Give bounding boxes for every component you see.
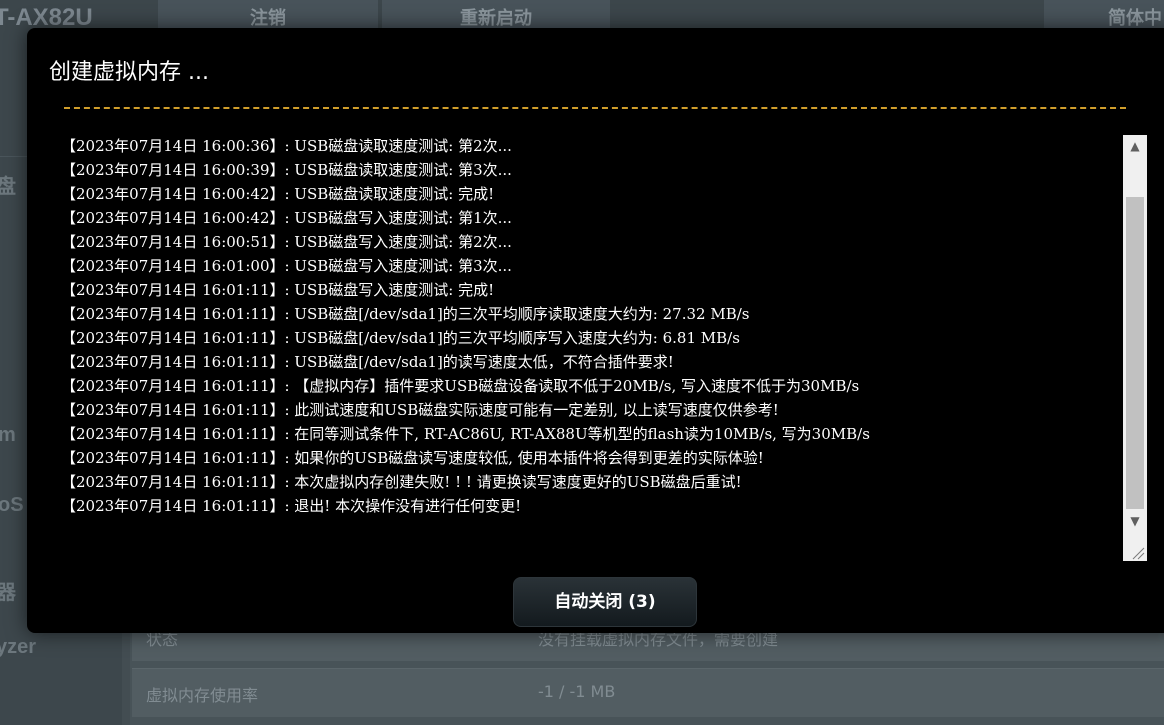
log-line: 【2023年07月14日 16:00:42】: USB磁盘读取速度测试: 完成! (61, 185, 495, 203)
dialog-title: 创建虚拟内存 ... (49, 60, 209, 85)
log-scrollbar[interactable]: ▲ ▼ (1123, 135, 1147, 561)
log-line: 【2023年07月14日 16:00:36】: USB磁盘读取速度测试: 第2次… (61, 137, 512, 155)
log-line: 【2023年07月14日 16:01:11】: USB磁盘写入速度测试: 完成! (61, 281, 495, 299)
swap-create-dialog: 创建虚拟内存 ... 【2023年07月14日 16:00:36】: USB磁盘… (27, 28, 1164, 633)
sidebar-item[interactable]: 盘 (0, 170, 16, 199)
sidebar-item[interactable]: 器 (0, 576, 16, 605)
log-line: 【2023年07月14日 16:00:39】: USB磁盘读取速度测试: 第3次… (61, 161, 512, 179)
log-line: 【2023年07月14日 16:01:11】: 如果你的USB磁盘读写速度较低,… (61, 449, 764, 467)
swap-usage-value: -1 / -1 MB (538, 682, 616, 701)
table-row (132, 668, 1164, 717)
log-line: 【2023年07月14日 16:01:11】: 本次虚拟内存创建失败! ! ! … (61, 473, 742, 491)
scrollbar-thumb[interactable] (1126, 197, 1144, 509)
auto-close-button[interactable]: 自动关闭 (3) (513, 577, 697, 627)
log-line: 【2023年07月14日 16:01:11】: 在同等测试条件下, RT-AC8… (61, 425, 870, 443)
sidebar-item[interactable]: yzer (0, 636, 36, 659)
log-line: 【2023年07月14日 16:01:11】: 退出! 本次操作没有进行任何变更… (61, 497, 522, 515)
log-line: 【2023年07月14日 16:01:11】: 此测试速度和USB磁盘实际速度可… (61, 401, 779, 419)
log-line: 【2023年07月14日 16:01:00】: USB磁盘写入速度测试: 第3次… (61, 257, 512, 275)
log-textarea[interactable]: 【2023年07月14日 16:00:36】: USB磁盘读取速度测试: 第2次… (61, 134, 1121, 561)
triangle-up-icon[interactable]: ▲ (1123, 135, 1147, 157)
log-line: 【2023年07月14日 16:01:11】: 【虚拟内存】插件要求USB磁盘设… (61, 377, 860, 395)
log-line: 【2023年07月14日 16:00:42】: USB磁盘写入速度测试: 第1次… (61, 209, 512, 227)
resize-grip-icon[interactable] (1123, 538, 1147, 561)
log-line: 【2023年07月14日 16:01:11】: USB磁盘[/dev/sda1]… (61, 329, 740, 347)
log-line: 【2023年07月14日 16:01:11】: USB磁盘[/dev/sda1]… (61, 353, 674, 371)
log-line: 【2023年07月14日 16:01:11】: USB磁盘[/dev/sda1]… (61, 305, 750, 323)
sidebar-item[interactable]: m (0, 424, 16, 447)
triangle-down-icon[interactable]: ▼ (1123, 510, 1147, 532)
sidebar-item[interactable]: oS (0, 494, 24, 517)
title-divider (64, 107, 1126, 109)
log-line: 【2023年07月14日 16:00:51】: USB磁盘写入速度测试: 第2次… (61, 233, 512, 251)
swap-usage-label: 虚拟内存使用率 (146, 686, 259, 705)
